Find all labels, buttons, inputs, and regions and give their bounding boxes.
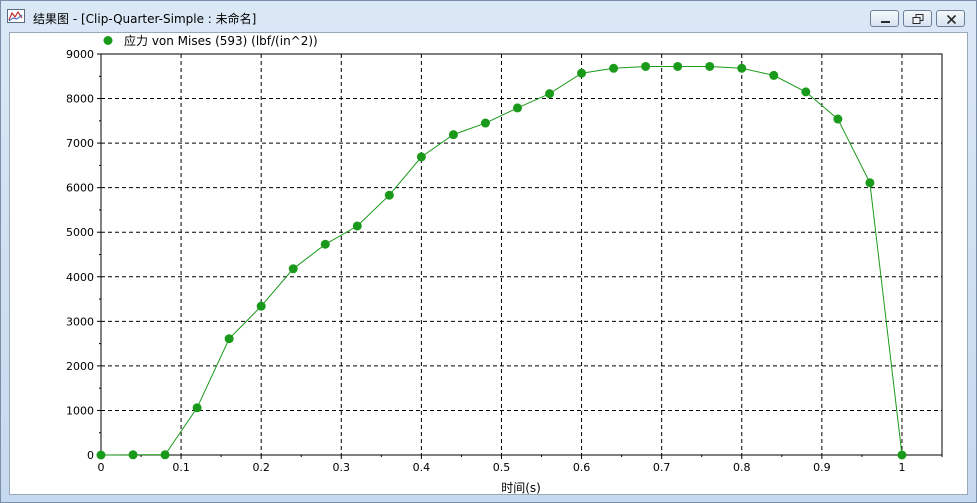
x-tick-label: 0.2 (252, 461, 270, 474)
legend: 应力 von Mises (593) (lbf/(in^2)) (103, 33, 318, 48)
y-tick-label: 2000 (66, 360, 94, 373)
x-tick-label: 0.5 (493, 461, 511, 474)
data-point (897, 450, 907, 460)
data-point (192, 403, 202, 413)
y-tick-label: 6000 (66, 182, 94, 195)
y-tick-label: 8000 (66, 93, 94, 106)
data-point (641, 61, 651, 71)
y-tick-label: 7000 (66, 137, 94, 150)
result-window: 结果图 - [Clip-Quarter-Simple : 未命名] 0 0.1 0.… (0, 0, 977, 503)
data-point (705, 61, 715, 71)
y-tick-label: 1000 (66, 404, 94, 417)
y-tick-label: 9000 (66, 48, 94, 61)
data-point (448, 130, 458, 140)
data-point (673, 61, 683, 71)
data-point (865, 178, 875, 188)
title-bar[interactable]: 结果图 - [Clip-Quarter-Simple : 未命名] (1, 1, 976, 32)
data-point (416, 152, 426, 162)
data-point (769, 70, 779, 80)
y-tick-label: 0 (87, 449, 94, 462)
data-point (577, 68, 587, 78)
data-point (256, 301, 266, 311)
legend-marker (103, 36, 113, 45)
restore-icon (912, 14, 924, 24)
y-tick-label: 3000 (66, 315, 94, 328)
data-point (609, 63, 619, 73)
window-title: 结果图 - [Clip-Quarter-Simple : 未命名] (33, 12, 257, 26)
legend-label: 应力 von Mises (593) (lbf/(in^2)) (124, 33, 318, 48)
minimize-icon (881, 21, 890, 23)
data-point (288, 264, 298, 274)
data-point (480, 118, 490, 128)
x-tick-label: 0.7 (653, 461, 671, 474)
data-point (320, 239, 330, 249)
x-tick-label: 0.1 (172, 461, 190, 474)
y-axis: 0 1000 2000 3000 4000 5000 6000 7000 8000 9000 (66, 48, 101, 462)
y-tick-label: 5000 (66, 226, 94, 239)
data-point (545, 89, 555, 99)
minimize-button[interactable] (870, 10, 899, 27)
result-chart: 0 0.1 0.2 0.3 0.4 0.5 0.6 0.7 0.8 0.9 1 0 1000 2000 3… (66, 33, 943, 494)
data-point (737, 63, 747, 73)
close-icon (946, 14, 957, 25)
x-tick-label: 0 (98, 461, 105, 474)
data-point (160, 450, 170, 460)
x-tick-label: 0.3 (333, 461, 351, 474)
restore-button[interactable] (903, 10, 932, 27)
x-tick-label: 0.6 (573, 461, 591, 474)
chart-area: 0 0.1 0.2 0.3 0.4 0.5 0.6 0.7 0.8 0.9 1 0 1000 2000 3… (9, 32, 968, 495)
y-tick-label: 4000 (66, 271, 94, 284)
x-axis: 0 0.1 0.2 0.3 0.4 0.5 0.6 0.7 0.8 0.9 1 (98, 455, 943, 474)
x-axis-label: 时间(s) (501, 481, 541, 494)
chart-icon (7, 9, 25, 23)
x-tick-label: 1 (898, 461, 905, 474)
x-tick-label: 0.4 (413, 461, 431, 474)
data-point (801, 87, 811, 97)
close-button[interactable] (936, 10, 965, 27)
x-tick-label: 0.9 (813, 461, 831, 474)
data-point (512, 103, 522, 113)
data-point (224, 334, 234, 344)
x-tick-label: 0.8 (733, 461, 751, 474)
plot-frame (100, 53, 943, 456)
data-point (833, 114, 843, 124)
data-point (384, 190, 394, 200)
grid-lines (101, 54, 942, 455)
data-point (352, 221, 362, 231)
data-point (96, 450, 106, 460)
data-point (128, 450, 138, 460)
